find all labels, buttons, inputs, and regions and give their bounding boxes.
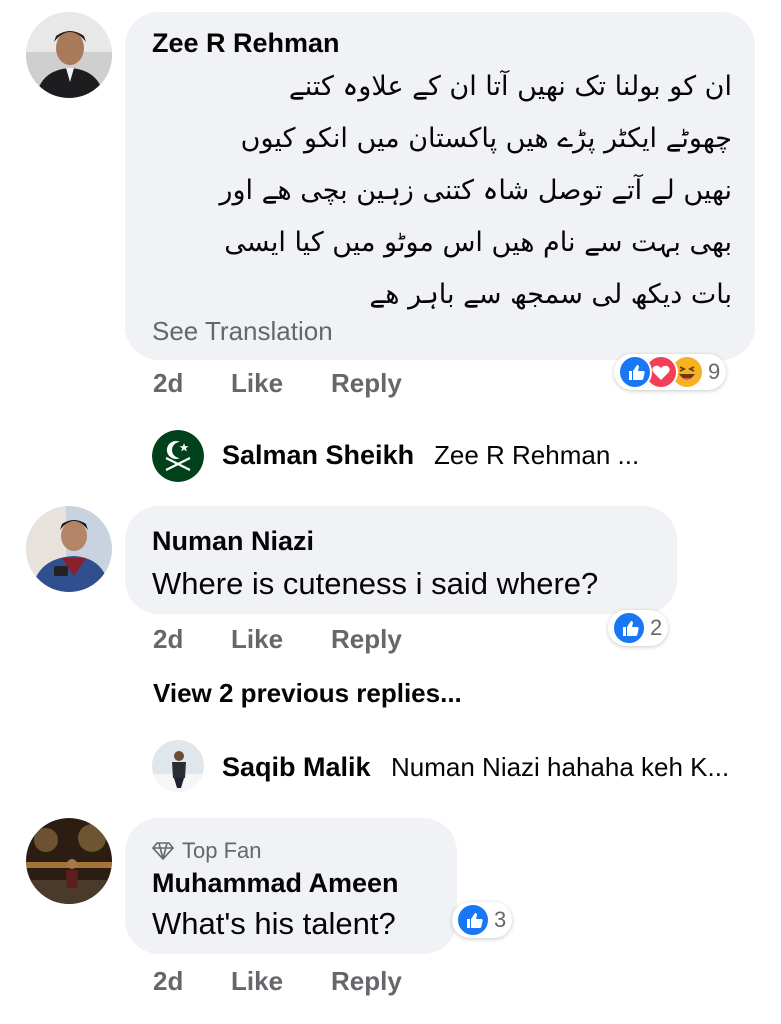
urdu-line: بات دیکھ لی سمجھ سے باہر هے	[369, 279, 732, 310]
like-button[interactable]: Like	[231, 966, 283, 997]
comment-text: What's his talent?	[152, 906, 396, 941]
reaction-summary[interactable]: 3	[452, 902, 513, 938]
reply-preview[interactable]: Numan Niazi hahaha keh K...	[391, 752, 729, 783]
like-button[interactable]: Like	[231, 624, 283, 655]
comment-author[interactable]: Zee R Rehman	[152, 28, 340, 59]
reply-author[interactable]: Saqib Malik	[222, 752, 371, 783]
view-previous-replies-link[interactable]: View 2 previous replies...	[153, 678, 462, 709]
avatar-muhammad-ameen[interactable]	[26, 818, 112, 904]
comment-text: ان کو بولنا تک نهیں آتا ان کے علاوہ کتنے…	[152, 60, 732, 330]
top-fan-label: Top Fan	[182, 838, 262, 863]
diamond-icon	[152, 842, 174, 860]
like-icon	[456, 903, 490, 937]
avatar-saqib-malik[interactable]	[152, 740, 204, 792]
like-icon	[618, 355, 652, 389]
comment-time[interactable]: 2d	[153, 368, 183, 399]
urdu-line: ان کو بولنا تک نهیں آتا ان کے علاوہ کتنے	[288, 71, 732, 102]
urdu-line: چھوٹے ایکٹر پڑے هیں پاکستان میں انکو کیو…	[240, 123, 732, 154]
reply-button[interactable]: Reply	[331, 368, 402, 399]
reply-author[interactable]: Salman Sheikh	[222, 440, 414, 471]
avatar-numan-niazi[interactable]	[26, 506, 112, 592]
reply-preview[interactable]: Zee R Rehman ...	[434, 440, 639, 471]
comment-time[interactable]: 2d	[153, 624, 183, 655]
reaction-summary[interactable]: 9	[614, 354, 727, 390]
reaction-count: 9	[708, 359, 721, 384]
see-translation-link[interactable]: See Translation	[152, 316, 333, 347]
like-icon	[612, 611, 646, 645]
reaction-summary[interactable]: 2	[608, 610, 669, 646]
urdu-line: بھی بہت سے نام هیں اس موٹو میں کیا ایسی	[224, 227, 732, 258]
top-fan-badge: Top Fan	[152, 838, 262, 864]
reply-button[interactable]: Reply	[331, 624, 402, 655]
reaction-count: 3	[494, 907, 507, 932]
reply-button[interactable]: Reply	[331, 966, 402, 997]
comment-text: Where is cuteness i said where?	[152, 566, 599, 601]
comment-bubble: Zee R Rehman ان کو بولنا تک نهیں آتا ان …	[125, 12, 755, 360]
reaction-count: 2	[650, 615, 663, 640]
avatar-salman-sheikh[interactable]	[152, 430, 204, 482]
comment-author[interactable]: Numan Niazi	[152, 526, 314, 557]
comment-bubble: Numan Niazi Where is cuteness i said whe…	[125, 506, 677, 614]
urdu-line: نهیں لے آتے توصل شاہ کتنی زہین بچی هے او…	[219, 175, 732, 206]
comment-bubble: Top Fan Muhammad Ameen What's his talent…	[125, 818, 457, 954]
like-button[interactable]: Like	[231, 368, 283, 399]
comment-time[interactable]: 2d	[153, 966, 183, 997]
comment-author[interactable]: Muhammad Ameen	[152, 868, 399, 899]
avatar-zee-r-rehman[interactable]	[26, 12, 112, 98]
